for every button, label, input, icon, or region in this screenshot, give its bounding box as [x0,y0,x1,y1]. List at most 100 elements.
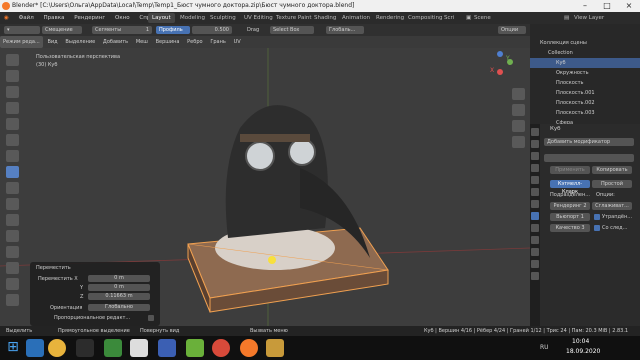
chrome-icon[interactable] [48,339,66,357]
smooth-dropdown[interactable]: Сглаживат... [592,202,632,210]
menu-add[interactable]: Добавить [100,36,131,48]
archive-icon[interactable] [266,339,284,357]
camera-view-icon[interactable] [512,120,525,132]
tool-icon[interactable]: ▾ [4,26,40,34]
offset-select[interactable]: Смещение [42,26,82,34]
menu-uv[interactable]: UV [231,36,244,48]
scene-name[interactable]: Scene [470,13,495,23]
knife-tool-icon[interactable] [6,230,19,242]
menu-edit[interactable]: Правка [40,12,69,24]
modifier-tab-icon[interactable] [531,212,539,220]
viewport-levels-field[interactable]: Вьюпорт 1 [550,213,590,221]
rotate-tool-icon[interactable] [6,102,19,114]
annotate-tool-icon[interactable] [6,150,19,162]
segments-field[interactable]: Сегменты 1 [92,26,152,34]
move-z-field[interactable]: 0.11663 m [88,293,150,300]
particles-tab-icon[interactable] [531,224,539,232]
cmd-icon[interactable] [76,339,94,357]
constraints-tab-icon[interactable] [531,248,539,256]
tab-sculpting[interactable]: Sculpting [206,13,240,23]
menu-edge[interactable]: Ребро [184,36,205,48]
chrome-2-icon[interactable] [212,339,230,357]
optimal-display-checkbox[interactable] [594,214,600,220]
catmull-clark-button[interactable]: Кэтмелл-Кларк [550,180,590,195]
proportional-edit-checkbox[interactable] [148,315,154,321]
amount-field[interactable]: 0.500 [192,26,232,34]
tab-layout[interactable]: Layout [148,13,175,23]
add-modifier-dropdown[interactable]: Добавить модификатор [544,138,634,146]
select-box-dropdown[interactable]: Select Box [270,26,314,34]
data-tab-icon[interactable] [531,260,539,268]
spin-tool-icon[interactable] [6,246,19,258]
scene-tab-icon[interactable] [531,176,539,184]
quality-field[interactable]: Качество 3 [550,224,590,232]
move-x-field[interactable]: 0 m [88,275,150,282]
crease-checkbox[interactable] [594,225,600,231]
menu-mesh[interactable]: Меш [133,36,151,48]
mode-dropdown[interactable]: Режим реда... [0,36,43,48]
outliner-item[interactable]: Плоскость.003 [530,108,640,118]
object-tab-icon[interactable] [531,200,539,208]
tab-modeling[interactable]: Modeling [176,13,209,23]
apply-button[interactable]: Применить [550,166,590,174]
physics-tab-icon[interactable] [531,236,539,244]
tab-shading[interactable]: Shading [310,13,340,23]
menu-view[interactable]: Вид [45,36,61,48]
app-icon[interactable] [186,339,204,357]
language-indicator[interactable]: RU [540,344,549,351]
modifier-header[interactable] [544,154,634,162]
view-layer-name[interactable]: View Layer [570,13,608,23]
explorer-icon[interactable] [26,339,44,357]
view-layer-tab-icon[interactable] [531,164,539,172]
tab-texture-paint[interactable]: Texture Paint [272,13,316,23]
operator-panel[interactable]: Переместить Переместить X 0 m Y 0 m Z 0.… [30,262,160,326]
cursor-3d-icon[interactable] [6,70,19,82]
menu-vertex[interactable]: Вершина [153,36,183,48]
menu-render[interactable]: Рендеринг [70,12,109,24]
loop-cut-tool-icon[interactable] [6,214,19,226]
inset-tool-icon[interactable] [6,198,19,210]
menu-select[interactable]: Выделение [62,36,98,48]
render-tab-icon[interactable] [531,140,539,148]
world-tab-icon[interactable] [531,188,539,196]
global-orientation-dropdown[interactable]: Глобаль... [326,26,364,34]
move-tool-icon[interactable] [6,86,19,98]
transform-tool-icon[interactable] [6,134,19,146]
outliner-item[interactable]: Плоскость.001 [530,88,640,98]
menu-window[interactable]: Окно [111,12,134,24]
calendar-icon[interactable] [130,339,148,357]
copy-button[interactable]: Копировать [592,166,632,174]
cursor-tool-icon[interactable] [6,54,19,66]
move-y-field[interactable]: 0 m [88,284,150,291]
scale-tool-icon[interactable] [6,118,19,130]
game-icon[interactable] [104,339,122,357]
render-levels-field[interactable]: Рендеринг 2 [550,202,590,210]
shear-tool-icon[interactable] [6,278,19,290]
blender-menu-icon[interactable]: ◉ [0,12,13,24]
outliner-item[interactable]: Плоскость.002 [530,98,640,108]
smooth-tool-icon[interactable] [6,262,19,274]
menu-face[interactable]: Грань [207,36,229,48]
zoom-icon[interactable] [512,88,525,100]
bevel-tool-icon[interactable] [6,166,19,178]
pan-icon[interactable] [512,104,525,116]
minimize-button[interactable]: – [574,0,596,12]
close-button[interactable]: × [618,0,640,12]
outliner-item[interactable]: Плоскость [530,78,640,88]
word-icon[interactable] [158,339,176,357]
orientation-dropdown[interactable]: Глобально [88,304,150,311]
blender-taskbar-icon[interactable] [240,339,258,357]
tab-rendering[interactable]: Rendering [372,13,408,23]
tool-tab-icon[interactable] [531,128,539,136]
outliner-item-selected[interactable]: Куб [530,58,640,68]
output-tab-icon[interactable] [531,152,539,160]
material-tab-icon[interactable] [531,272,539,280]
tab-scripting[interactable]: Scri [440,13,458,23]
simple-button[interactable]: Простой [592,180,632,188]
menu-file[interactable]: Файл [15,12,38,24]
extrude-tool-icon[interactable] [6,182,19,194]
tab-animation[interactable]: Animation [338,13,374,23]
profile-button[interactable]: Профиль [156,26,190,34]
start-button-icon[interactable]: ⊞ [4,339,22,357]
maximize-button[interactable]: □ [596,0,618,12]
